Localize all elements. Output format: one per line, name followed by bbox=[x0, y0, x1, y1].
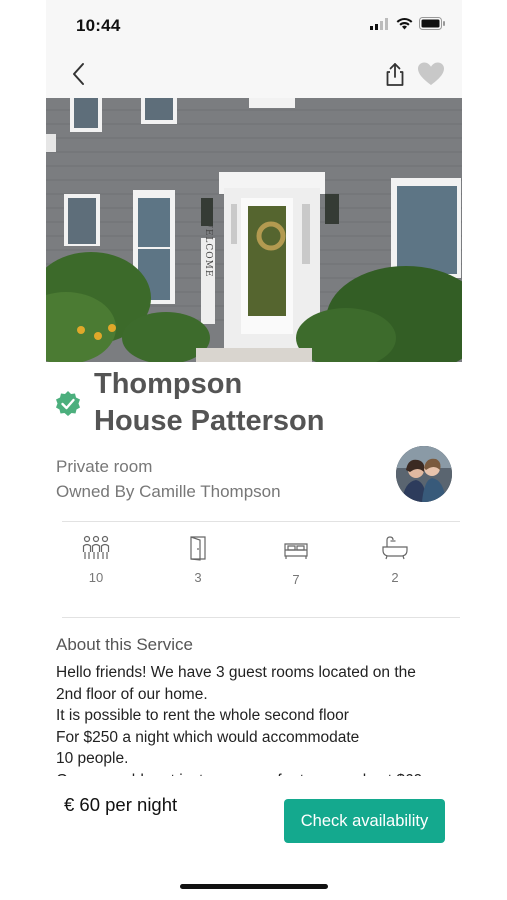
wifi-icon bbox=[396, 17, 413, 30]
title-line-1: Thompson bbox=[94, 368, 243, 400]
title-line-2: House Patterson bbox=[94, 405, 325, 437]
about-line: 2nd floor of our home. bbox=[56, 685, 208, 703]
check-availability-button[interactable]: Check availability bbox=[284, 799, 445, 843]
amenity-baths: 2 bbox=[375, 534, 415, 585]
back-chevron-icon[interactable] bbox=[68, 60, 92, 88]
about-line: Hello friends! We have 3 guest rooms loc… bbox=[56, 664, 416, 681]
rooms-count: 3 bbox=[194, 570, 202, 585]
welcome-sign: WELCOME bbox=[203, 219, 213, 278]
divider-bottom bbox=[62, 617, 460, 618]
amenity-rooms: 3 bbox=[178, 534, 218, 585]
owner-avatar[interactable] bbox=[396, 446, 452, 502]
about-line: Or you could rent just one room for two … bbox=[56, 770, 456, 777]
guests-count: 10 bbox=[88, 570, 104, 585]
battery-icon bbox=[419, 17, 445, 30]
amenities-row: 10 3 7 2 bbox=[46, 534, 462, 594]
listing-subinfo: Private room Owned By Camille Thompson bbox=[56, 454, 281, 504]
beds-count: 7 bbox=[292, 572, 300, 587]
listing-screen: 10:44 WELCOME Thompson House Patterson P… bbox=[46, 0, 462, 900]
about-line: 10 people. bbox=[56, 750, 129, 767]
bed-icon bbox=[284, 543, 308, 559]
hero-photo[interactable]: WELCOME bbox=[46, 98, 462, 362]
door-icon bbox=[190, 536, 206, 561]
status-bar: 10:44 bbox=[46, 0, 462, 52]
owner-name: Owned By Camille Thompson bbox=[56, 482, 281, 501]
status-time: 10:44 bbox=[76, 16, 121, 35]
verified-badge-icon bbox=[56, 391, 80, 416]
status-icons bbox=[370, 17, 446, 30]
signal-icon bbox=[370, 17, 388, 30]
about-description[interactable]: Hello friends! We have 3 guest rooms loc… bbox=[56, 662, 456, 776]
amenity-guests: 10 bbox=[76, 534, 116, 585]
price-per-night: € 60 per night bbox=[64, 794, 178, 815]
about-line: For $250 a night which would accommodate bbox=[56, 728, 360, 746]
about-line: It is possible to rent the whole second … bbox=[56, 707, 349, 724]
room-type: Private room bbox=[56, 457, 153, 476]
about-heading: About this Service bbox=[56, 635, 194, 654]
nav-bar bbox=[46, 52, 462, 98]
avatar-photo bbox=[396, 446, 452, 502]
favorite-heart-icon[interactable] bbox=[416, 60, 446, 88]
listing-title: Thompson House Patterson bbox=[94, 366, 394, 440]
bathtub-icon bbox=[382, 536, 408, 560]
guests-icon bbox=[82, 535, 110, 559]
baths-count: 2 bbox=[391, 570, 399, 585]
home-indicator[interactable] bbox=[180, 884, 328, 889]
house-photo: WELCOME bbox=[46, 98, 462, 362]
divider-top bbox=[62, 521, 460, 522]
amenity-beds: 7 bbox=[276, 536, 316, 587]
share-icon[interactable] bbox=[383, 60, 407, 88]
